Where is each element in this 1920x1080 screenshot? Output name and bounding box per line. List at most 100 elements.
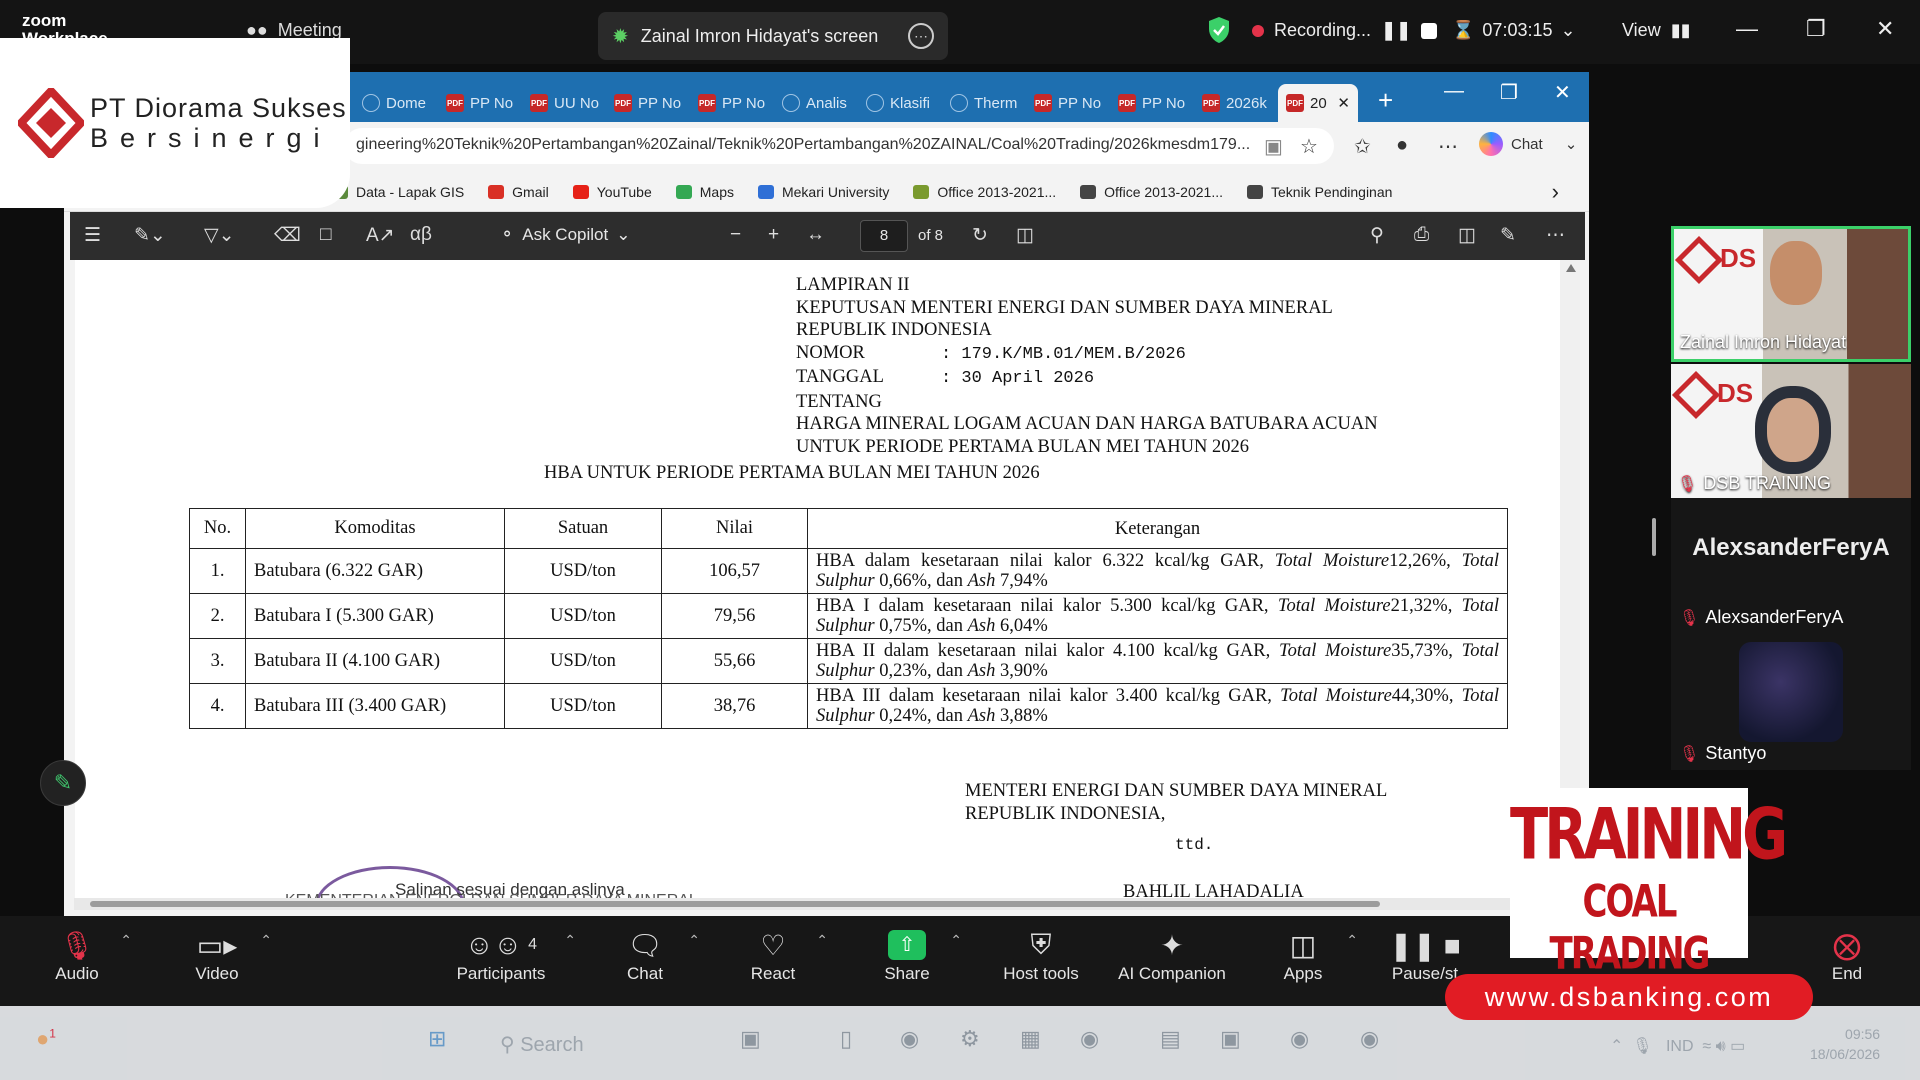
react-button[interactable]: ♡ React ⌃: [718, 926, 828, 984]
horizontal-scrollbar[interactable]: [74, 898, 1560, 910]
favorite-link[interactable]: Mekari University: [757, 184, 889, 200]
favorite-link[interactable]: Teknik Pendinginan: [1247, 184, 1392, 200]
chevron-up-icon[interactable]: ⌃: [816, 932, 828, 949]
apps-grid-icon[interactable]: ▦: [1020, 1026, 1041, 1052]
zoom-out-icon[interactable]: −: [730, 224, 741, 246]
browser-tab[interactable]: Dome: [354, 84, 436, 122]
favorite-link[interactable]: Maps: [675, 184, 734, 200]
participant-video-tile[interactable]: DS 🎙︎ DSB TRAINING: [1671, 364, 1911, 500]
more-options-icon[interactable]: ⋯: [908, 23, 934, 49]
browser-tab[interactable]: PDF PP No: [1026, 84, 1108, 122]
audio-button[interactable]: 🎙︎ Audio ⌃: [22, 926, 132, 984]
more-icon[interactable]: ⋯: [1546, 224, 1565, 247]
ai-companion-button[interactable]: ✦ AI Companion: [1108, 926, 1236, 984]
view-button[interactable]: View ▮▮: [1622, 20, 1691, 41]
favorite-link[interactable]: Gmail: [488, 184, 549, 200]
copilot-chat-button[interactable]: Chat ⌄: [1479, 132, 1577, 156]
browser-minimize-icon[interactable]: —: [1444, 80, 1464, 103]
browser-tab[interactable]: PDF 2026k: [1194, 84, 1276, 122]
favorites-overflow-icon[interactable]: ›: [1552, 179, 1559, 205]
browser-tab[interactable]: PDF PP No: [606, 84, 688, 122]
contents-icon[interactable]: ☰: [84, 224, 101, 247]
chevron-up-icon[interactable]: ⌃: [120, 932, 132, 949]
ask-copilot-button[interactable]: ⚬ Ask Copilot ⌄: [500, 225, 630, 245]
read-aloud-icon[interactable]: A↗: [366, 224, 395, 247]
browser-close-icon[interactable]: ✕: [1554, 80, 1571, 105]
browser-tab[interactable]: PDF UU No: [522, 84, 604, 122]
apps-button[interactable]: ◫ Apps ⌃: [1248, 926, 1358, 984]
browser-restore-icon[interactable]: ❐: [1500, 80, 1518, 105]
new-tab-icon[interactable]: +: [1378, 85, 1393, 116]
draw-icon[interactable]: ▽⌄: [204, 224, 235, 247]
zoom-app-icon[interactable]: ◉: [1080, 1026, 1099, 1052]
taskbar-clock[interactable]: 09:56 18/06/2026: [1810, 1024, 1880, 1064]
folder-icon[interactable]: ▤: [1160, 1026, 1181, 1052]
pause-recording-icon[interactable]: ❚❚: [1381, 20, 1411, 41]
video-button[interactable]: ▭▸ Video ⌃: [162, 926, 272, 984]
annotate-pen-icon[interactable]: ✎: [40, 760, 86, 806]
share-button[interactable]: ⇧ Share ⌃: [852, 926, 962, 984]
favorite-star-icon[interactable]: ☆: [1300, 134, 1318, 159]
favorites-icon[interactable]: ✩: [1354, 134, 1371, 159]
app-icon[interactable]: ▯: [840, 1026, 852, 1052]
more-icon[interactable]: ⋯: [1438, 134, 1458, 159]
tab-close-icon[interactable]: ✕: [1337, 94, 1350, 112]
system-tray[interactable]: ⌃ 🎙︎ IND ≈ 🔊︎ ▭: [1610, 1036, 1745, 1056]
erase-icon[interactable]: ⌫: [274, 224, 301, 247]
chrome-icon[interactable]: ◉: [1290, 1026, 1309, 1052]
favorite-link[interactable]: YouTube: [572, 184, 652, 200]
word-icon[interactable]: ▣: [1220, 1026, 1241, 1052]
browser-tab[interactable]: PDF PP No: [1110, 84, 1192, 122]
chevron-up-icon[interactable]: ⌃: [1346, 932, 1358, 949]
browser-tab[interactable]: Klasifi: [858, 84, 940, 122]
save-icon[interactable]: ◫: [1458, 224, 1476, 247]
host-tools-button[interactable]: ⛨ Host tools: [986, 926, 1096, 984]
panel-resize-handle[interactable]: [1652, 518, 1656, 556]
settings-icon[interactable]: ⚙: [960, 1026, 980, 1052]
page-number-input[interactable]: 8: [860, 220, 908, 252]
participant-name-tile[interactable]: AlexsanderFeryA 🎙︎ AlexsanderFeryA: [1671, 498, 1911, 634]
stop-recording-icon[interactable]: [1421, 22, 1438, 39]
recording-indicator[interactable]: Recording... ❚❚: [1252, 20, 1438, 41]
tab-active[interactable]: PDF 20 ✕: [1278, 84, 1358, 122]
favorite-link[interactable]: Office 2013-2021...: [1080, 184, 1223, 200]
text-box-icon[interactable]: □: [320, 224, 331, 246]
share-source-pill[interactable]: ✹ Zainal Imron Hidayat's screen ⋯: [598, 12, 948, 60]
end-meeting-button[interactable]: ⨂ End: [1792, 926, 1902, 984]
fit-page-icon[interactable]: ↔: [806, 224, 825, 246]
browser-tab[interactable]: Analis: [774, 84, 856, 122]
app-icon[interactable]: ▣: [740, 1026, 761, 1052]
extension-icon[interactable]: ●: [1396, 134, 1408, 157]
start-icon[interactable]: ⊞: [428, 1026, 446, 1052]
translate-icon[interactable]: αβ: [410, 224, 432, 246]
edge-icon[interactable]: ◉: [1360, 1026, 1379, 1052]
zoom-in-icon[interactable]: +: [768, 224, 779, 246]
close-icon[interactable]: ✕: [1876, 16, 1894, 42]
taskbar-search[interactable]: ⚲ Search: [500, 1032, 584, 1057]
save-as-icon[interactable]: ✎: [1500, 224, 1516, 247]
url-input[interactable]: gineering%20Teknik%20Pertambangan%20Zain…: [344, 128, 1334, 164]
horizontal-scroll-thumb[interactable]: [90, 901, 1380, 907]
chevron-up-icon[interactable]: ⌃: [688, 932, 700, 949]
chevron-up-icon[interactable]: ⌃: [950, 932, 962, 949]
participant-avatar-tile[interactable]: 🎙︎ Stantyo: [1671, 634, 1911, 770]
notification-badge[interactable]: ●1: [36, 1026, 56, 1052]
minimize-icon[interactable]: —: [1736, 16, 1758, 42]
highlight-icon[interactable]: ✎⌄: [134, 224, 166, 247]
encryption-shield-icon[interactable]: [1207, 16, 1231, 49]
browser-tab[interactable]: PDF PP No: [690, 84, 772, 122]
rotate-icon[interactable]: ↻: [972, 224, 988, 247]
chat-button[interactable]: 🗨︎ Chat ⌃: [590, 926, 700, 984]
browser-icon[interactable]: ◉: [900, 1026, 919, 1052]
chevron-up-icon[interactable]: ⌃: [260, 932, 272, 949]
chevron-up-icon[interactable]: ⌃: [564, 932, 576, 949]
reader-icon[interactable]: ▣: [1264, 134, 1283, 159]
meeting-timer[interactable]: ⌛ 07:03:15 ⌄: [1452, 20, 1576, 41]
browser-tab[interactable]: Therm: [942, 84, 1024, 122]
scroll-up-icon[interactable]: [1566, 264, 1576, 272]
restore-icon[interactable]: ❐: [1806, 16, 1826, 42]
participants-button[interactable]: ☺☺ 4 Participants ⌃: [426, 926, 576, 984]
favorite-link[interactable]: Office 2013-2021...: [913, 184, 1056, 200]
page-view-icon[interactable]: ◫: [1016, 224, 1034, 247]
search-icon[interactable]: ⚲: [1370, 224, 1384, 247]
